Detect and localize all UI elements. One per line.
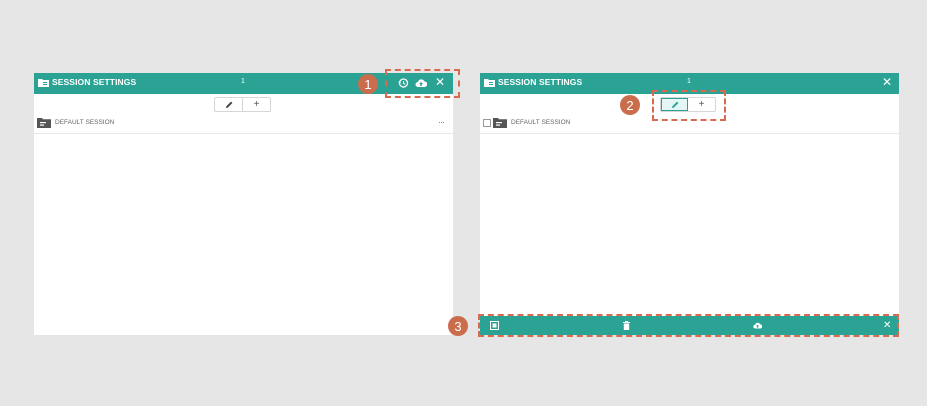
edit-button[interactable] — [215, 98, 243, 111]
session-count: 1 — [687, 78, 691, 85]
row-checkbox[interactable] — [483, 119, 491, 127]
callout-box-1 — [385, 69, 460, 98]
callout-badge-3: 3 — [448, 316, 468, 336]
left-session-settings-panel: SESSION SETTINGS 1 ✕ + DEFAULT SESSION ·… — [34, 73, 453, 335]
callout-badge-1: 1 — [358, 74, 378, 94]
folder-icon — [37, 118, 51, 128]
folder-settings-icon — [38, 79, 49, 87]
callout-box-3 — [478, 314, 899, 337]
add-button[interactable]: + — [243, 98, 270, 111]
callout-badge-2: 2 — [620, 95, 640, 115]
session-name: DEFAULT SESSION — [55, 119, 115, 126]
folder-settings-icon — [484, 79, 495, 87]
close-icon[interactable]: ✕ — [882, 75, 892, 89]
list-item[interactable]: DEFAULT SESSION ··· — [34, 113, 453, 134]
more-options-button[interactable]: ··· — [438, 117, 445, 127]
session-count: 1 — [241, 78, 245, 85]
pencil-icon — [225, 101, 232, 108]
page-title: SESSION SETTINGS — [498, 77, 583, 87]
page-title: SESSION SETTINGS — [52, 77, 137, 87]
edit-add-segmented-control: + — [214, 97, 271, 112]
session-name: DEFAULT SESSION — [511, 119, 571, 126]
folder-icon — [493, 118, 507, 128]
callout-box-2 — [652, 90, 726, 121]
